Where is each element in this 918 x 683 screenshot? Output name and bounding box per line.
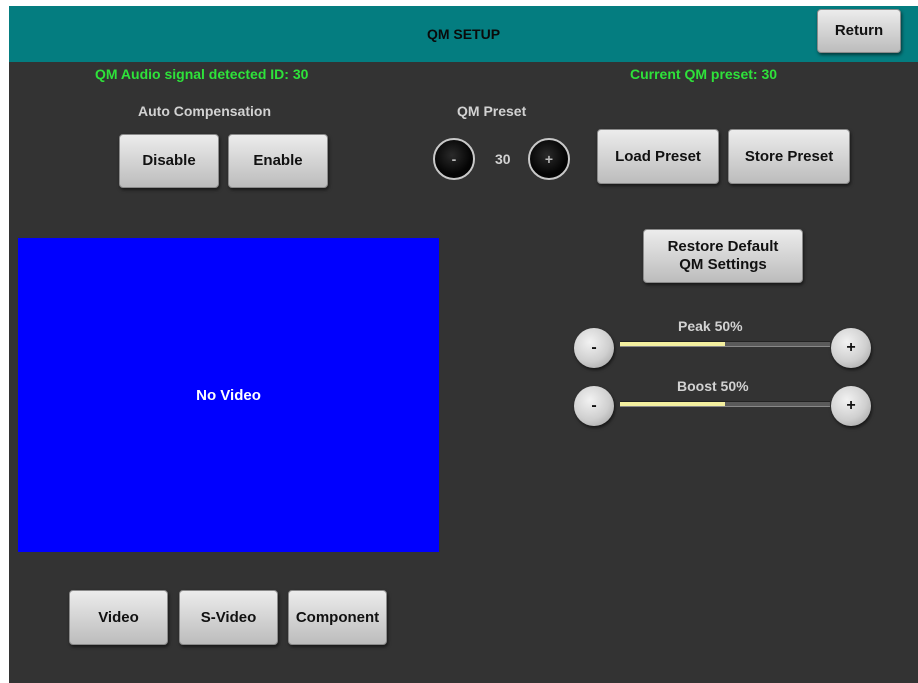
- header-bar: QM SETUP: [9, 6, 918, 62]
- svideo-input-button[interactable]: S-Video: [179, 590, 278, 645]
- page-title: QM SETUP: [426, 26, 501, 42]
- plus-icon: +: [544, 151, 554, 167]
- component-input-button[interactable]: Component: [288, 590, 387, 645]
- qm-setup-panel: QM SETUP Return QM Audio signal detected…: [9, 6, 918, 683]
- peak-increment-button[interactable]: +: [831, 328, 871, 368]
- peak-slider-track[interactable]: [620, 341, 830, 347]
- restore-default-button[interactable]: Restore Default QM Settings: [643, 229, 803, 283]
- current-preset-value: 30: [761, 66, 778, 82]
- peak-slider-fill: [620, 342, 725, 346]
- boost-decrement-button[interactable]: -: [574, 386, 614, 426]
- preset-increment-button[interactable]: +: [528, 138, 570, 180]
- audio-signal-status: QM Audio signal detected ID: 30: [95, 66, 308, 82]
- restore-default-line1: Restore Default: [667, 238, 779, 255]
- boost-label: Boost 50%: [677, 378, 749, 394]
- video-input-button[interactable]: Video: [69, 590, 168, 645]
- minus-icon: -: [451, 151, 457, 167]
- video-preview: No Video: [18, 238, 439, 552]
- auto-compensation-title: Auto Compensation: [138, 103, 271, 119]
- video-status-text: No Video: [196, 386, 261, 404]
- peak-decrement-button[interactable]: -: [574, 328, 614, 368]
- store-preset-button[interactable]: Store Preset: [728, 129, 850, 184]
- disable-button[interactable]: Disable: [119, 134, 219, 188]
- restore-default-line2: QM Settings: [679, 256, 767, 273]
- minus-icon: -: [591, 339, 597, 356]
- peak-label: Peak 50%: [678, 318, 743, 334]
- boost-slider-fill: [620, 402, 725, 406]
- preset-decrement-button[interactable]: -: [433, 138, 475, 180]
- minus-icon: -: [591, 397, 597, 414]
- plus-icon: +: [846, 397, 856, 414]
- current-preset-status: Current QM preset: 30: [630, 66, 777, 82]
- current-preset-label: Current QM preset:: [630, 66, 758, 82]
- audio-signal-id: 30: [292, 66, 309, 82]
- audio-signal-label: QM Audio signal detected ID:: [95, 66, 289, 82]
- plus-icon: +: [846, 339, 856, 356]
- load-preset-button[interactable]: Load Preset: [597, 129, 719, 184]
- enable-button[interactable]: Enable: [228, 134, 328, 188]
- qm-preset-title: QM Preset: [457, 103, 527, 119]
- preset-value: 30: [495, 151, 511, 167]
- return-button[interactable]: Return: [817, 9, 901, 53]
- boost-slider-track[interactable]: [620, 401, 830, 407]
- boost-increment-button[interactable]: +: [831, 386, 871, 426]
